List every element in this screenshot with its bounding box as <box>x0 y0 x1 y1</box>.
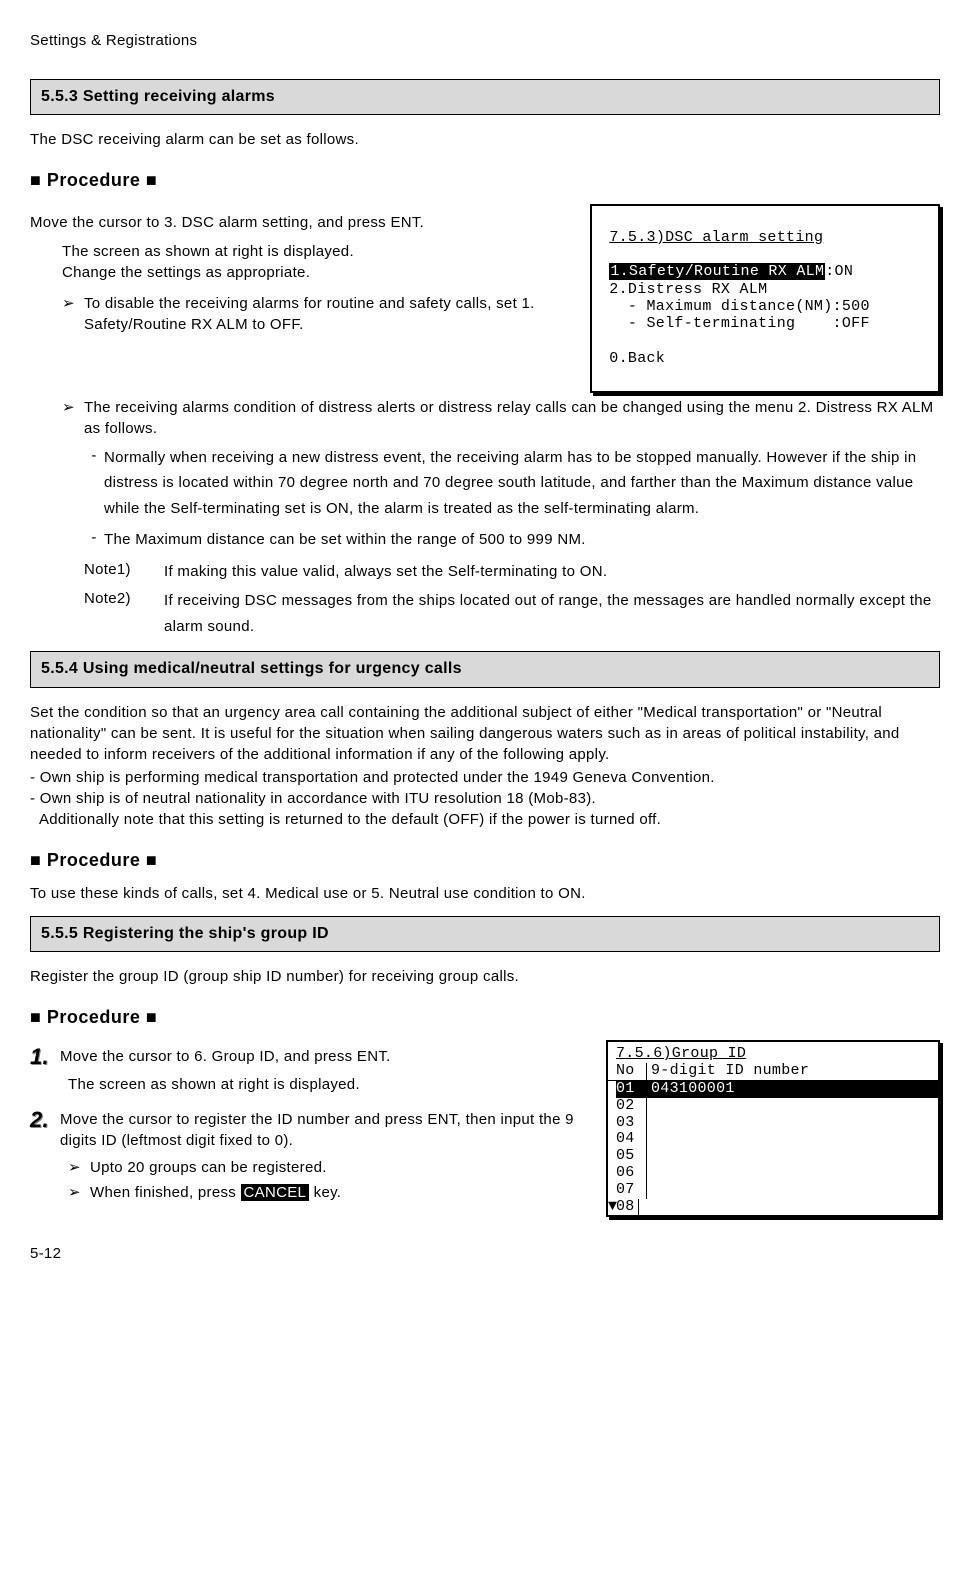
sec555-bullet1: Upto 20 groups can be registered. <box>90 1157 327 1178</box>
sec553-intro: The DSC receiving alarm can be set as fo… <box>30 129 940 150</box>
screen2-row-id <box>647 1131 938 1148</box>
group-id-screen: 7.5.6)Group ID No 9-digit ID number 0104… <box>606 1040 940 1217</box>
dsc-alarm-screen: 7.5.3)DSC alarm setting 1.Safety/Routine… <box>590 204 940 393</box>
step2-number: 2. <box>30 1109 60 1151</box>
table-row: 06 <box>608 1165 938 1182</box>
table-row: 03 <box>608 1115 938 1132</box>
screen2-row-id <box>647 1115 938 1132</box>
bullet-marker: ➢ <box>68 1157 90 1178</box>
screen2-row-id <box>647 1148 938 1165</box>
sec553-step1: Move the cursor to 3. DSC alarm setting,… <box>30 212 576 233</box>
screen2-row-no: 01 <box>616 1081 647 1098</box>
screen2-row-no: 03 <box>616 1115 647 1132</box>
screen2-row-id <box>647 1098 938 1115</box>
section-554-title: 5.5.4 Using medical/neutral settings for… <box>30 651 940 687</box>
step2-text: Move the cursor to register the ID numbe… <box>60 1109 592 1151</box>
page-header: Settings & Registrations <box>30 30 940 51</box>
procedure-heading-553: ■ Procedure ■ <box>30 168 940 193</box>
screen1-line2: 2.Distress RX ALM <box>600 281 767 298</box>
sec553-bullet1: To disable the receiving alarms for rout… <box>84 293 576 335</box>
sec553-step1-sub-b: Change the settings as appropriate. <box>62 262 576 283</box>
screen2-row-id: 043100001 <box>647 1081 938 1098</box>
screen2-row-id <box>647 1165 938 1182</box>
sec553-dash2: The Maximum distance can be set within t… <box>104 527 940 553</box>
page-number: 5-12 <box>30 1243 940 1264</box>
step1-text: Move the cursor to 6. Group ID, and pres… <box>60 1046 592 1068</box>
sec553-bullet2: The receiving alarms condition of distre… <box>84 397 940 439</box>
bullet-marker: ➢ <box>62 397 84 439</box>
sec555-intro: Register the group ID (group ship ID num… <box>30 966 940 987</box>
table-row: 02 <box>608 1098 938 1115</box>
step1-sub: The screen as shown at right is displaye… <box>68 1074 592 1095</box>
screen2-title: 7.5.6)Group ID <box>608 1042 938 1063</box>
screen1-line1-value: :ON <box>825 263 853 280</box>
screen1-line5: 0.Back <box>600 350 665 367</box>
sec554-p5: To use these kinds of calls, set 4. Medi… <box>30 883 940 904</box>
scroll-down-arrow-icon: ▼ <box>608 1199 616 1216</box>
sec554-p2: - Own ship is performing medical transpo… <box>30 767 940 788</box>
screen2-header-no: No <box>616 1063 647 1080</box>
screen2-header-id: 9-digit ID number <box>647 1063 938 1080</box>
bullet-marker: ➢ <box>62 293 84 335</box>
table-row: 01043100001 <box>608 1081 938 1098</box>
sec553-step1-sub-a: The screen as shown at right is displaye… <box>62 241 576 262</box>
cancel-key: CANCEL <box>241 1184 310 1201</box>
table-row: 07 <box>608 1182 938 1199</box>
procedure-heading-555: ■ Procedure ■ <box>30 1005 940 1030</box>
step1-number: 1. <box>30 1046 60 1068</box>
note2-label: Note2) <box>84 588 164 639</box>
sec554-p1: Set the condition so that an urgency are… <box>30 702 940 765</box>
screen2-row-no: 06 <box>616 1165 647 1182</box>
note2-text: If receiving DSC messages from the ships… <box>164 588 940 639</box>
note1-text: If making this value valid, always set t… <box>164 559 940 585</box>
sec555-bullet2: When finished, press CANCEL key. <box>90 1182 341 1203</box>
section-555-title: 5.5.5 Registering the ship's group ID <box>30 916 940 952</box>
screen1-line4: - Self-terminating :OFF <box>600 315 870 332</box>
sec553-dash1: Normally when receiving a new distress e… <box>104 445 940 522</box>
screen2-row-no: 05 <box>616 1148 647 1165</box>
sec554-p3: - Own ship is of neutral nationality in … <box>30 788 940 809</box>
table-row: 04 <box>608 1131 938 1148</box>
screen2-row-no: 07 <box>616 1182 647 1199</box>
screen2-row-no: 04 <box>616 1131 647 1148</box>
dash-marker: - <box>84 445 104 522</box>
table-row: 05 <box>608 1148 938 1165</box>
screen2-row-id <box>647 1182 938 1199</box>
procedure-heading-554: ■ Procedure ■ <box>30 848 940 873</box>
bullet-marker: ➢ <box>68 1182 90 1203</box>
screen2-row-no: 08 <box>616 1199 639 1216</box>
dash-marker: - <box>84 527 104 553</box>
sec554-p4: Additionally note that this setting is r… <box>30 809 940 830</box>
screen1-title: 7.5.3)DSC alarm setting <box>609 229 823 246</box>
screen2-row-no: 02 <box>616 1098 647 1115</box>
screen1-line3: - Maximum distance(NM):500 <box>600 298 870 315</box>
note1-label: Note1) <box>84 559 164 585</box>
screen2-row-id <box>639 1199 938 1216</box>
screen1-line1-selected: 1.Safety/Routine RX ALM <box>609 263 825 280</box>
section-553-title: 5.5.3 Setting receiving alarms <box>30 79 940 115</box>
